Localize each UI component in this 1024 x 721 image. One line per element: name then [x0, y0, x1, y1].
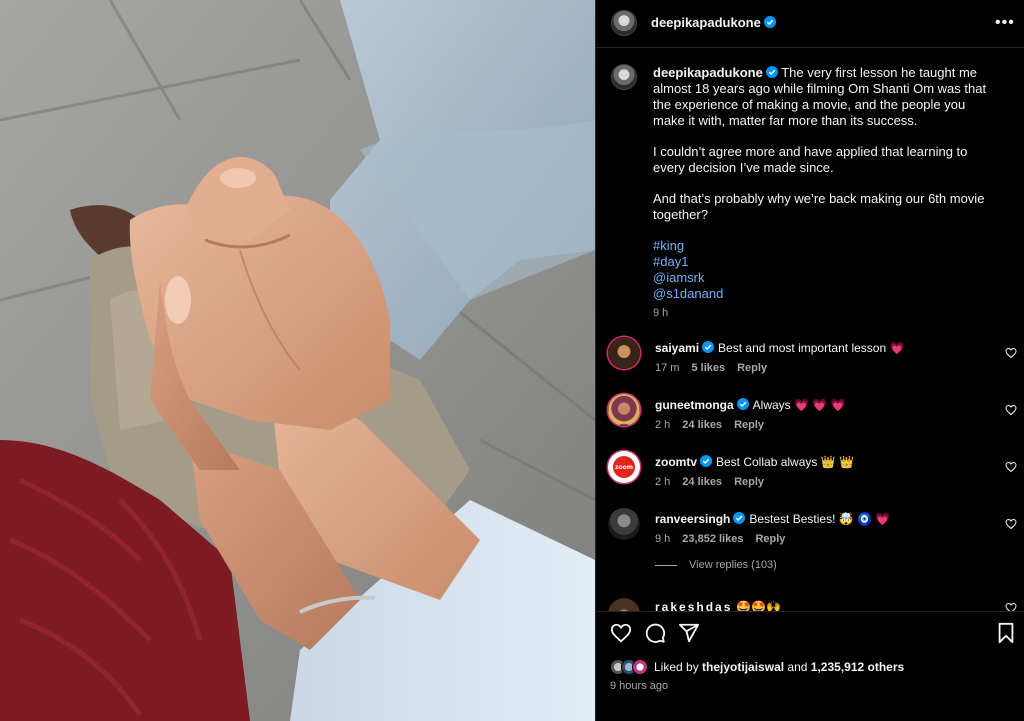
verified-badge-icon — [700, 455, 712, 467]
comment-meta: 2 h 24 likes Reply — [655, 419, 776, 431]
reply-button[interactable]: Reply — [755, 533, 785, 545]
reply-button[interactable]: Reply — [734, 476, 764, 488]
like-comment-heart-icon[interactable] — [1005, 461, 1017, 473]
comment-text: Best Collab always 👑 👑 — [716, 455, 854, 469]
caption-timestamp[interactable]: 9 h — [653, 307, 668, 319]
hashtag-link[interactable]: #day1 — [653, 254, 998, 270]
like-comment-heart-icon[interactable] — [1005, 518, 1017, 530]
more-options-icon[interactable]: ••• — [995, 14, 1014, 32]
comment-time[interactable]: 9 h — [655, 533, 670, 545]
share-send-icon[interactable] — [678, 622, 700, 644]
likes-text: Liked by thejyotijaiswal and 1,235,912 o… — [654, 660, 904, 674]
commenter-username[interactable]: zoomtv — [655, 455, 697, 469]
caption-author-avatar[interactable] — [611, 64, 637, 90]
view-replies-label: View replies (103) — [689, 559, 777, 571]
comment-item: saiyami Best and most important lesson 💗 … — [596, 335, 1024, 387]
comment-meta: 9 h 23,852 likes Reply — [655, 533, 797, 545]
post-header: deepikapadukone ••• — [596, 0, 1024, 48]
liker-username[interactable]: thejyotijaiswal — [702, 660, 784, 674]
likes-prefix: Liked by — [654, 660, 699, 674]
liker-avatars[interactable] — [610, 659, 650, 675]
comment-line: zoomtv Best Collab always 👑 👑 — [655, 455, 854, 469]
comment-item: zoom zoomtv Best Collab always 👑 👑 2 h 24 … — [596, 449, 1024, 501]
commenter-avatar[interactable] — [608, 337, 640, 369]
mention-link[interactable]: @iamsrk — [653, 270, 998, 286]
caption-author-username[interactable]: deepikapadukone — [653, 65, 763, 80]
verified-badge-icon — [702, 341, 715, 353]
comment-meta: 17 m 5 likes Reply — [655, 362, 779, 374]
comment-text: Always 💗 💗 💗 — [752, 398, 846, 412]
caption-paragraph-3: And that’s probably why we’re back makin… — [653, 191, 985, 222]
comment-item: ranveersingh Bestest Besties! 🤯 🧿 💗 9 h 23… — [596, 506, 1024, 558]
commenter-avatar[interactable] — [608, 508, 640, 540]
commenter-avatar[interactable]: zoom — [608, 451, 640, 483]
reply-button[interactable]: Reply — [734, 419, 764, 431]
post-actions: Liked by thejyotijaiswal and 1,235,912 o… — [596, 611, 1024, 721]
like-comment-heart-icon[interactable] — [1005, 404, 1017, 416]
comment-time[interactable]: 2 h — [655, 476, 670, 488]
save-bookmark-icon[interactable] — [995, 622, 1017, 644]
commenter-username[interactable]: saiyami — [655, 341, 699, 355]
comment-text: 🤩🤩🙌 — [736, 600, 782, 611]
likes-and: and — [787, 660, 808, 674]
commenter-username[interactable]: ranveersingh — [655, 512, 730, 526]
replies-divider — [655, 564, 677, 566]
comment-item-partial: rakeshdas 🤩🤩🙌 — [596, 596, 1024, 611]
author-username-text[interactable]: deepikapadukone — [651, 15, 761, 30]
commenter-avatar[interactable] — [608, 598, 640, 611]
verified-badge-icon — [736, 398, 749, 410]
caption-paragraph-2: I couldn’t agree more and have applied t… — [653, 144, 968, 175]
commenter-username[interactable]: guneetmonga — [655, 398, 734, 412]
comment-bubble-icon[interactable] — [644, 622, 666, 644]
post-side-panel: deepikapadukone ••• deepikapadukone The … — [595, 0, 1024, 721]
comment-likes[interactable]: 23,852 likes — [682, 533, 743, 545]
caption-text: deepikapadukone The very first lesson he… — [653, 65, 998, 302]
photo-illustration — [0, 0, 595, 721]
hashtag-link[interactable]: #king — [653, 238, 998, 254]
post-modal: deepikapadukone ••• deepikapadukone The … — [0, 0, 1024, 721]
liker-avatar — [632, 659, 648, 675]
commenter-avatar[interactable] — [608, 394, 640, 426]
like-comment-heart-icon[interactable] — [1005, 347, 1017, 359]
post-photo[interactable] — [0, 0, 595, 721]
comment-likes[interactable]: 24 likes — [682, 476, 722, 488]
comment-text: Best and most important lesson 💗 — [718, 341, 905, 355]
comment-line: ranveersingh Bestest Besties! 🤯 🧿 💗 — [655, 512, 890, 526]
comment-likes[interactable]: 24 likes — [682, 419, 722, 431]
verified-badge-icon — [765, 66, 778, 78]
view-replies-button[interactable]: View replies (103) — [655, 559, 777, 571]
post-timestamp[interactable]: 9 hours ago — [610, 680, 668, 692]
author-avatar[interactable] — [611, 10, 637, 36]
comment-time[interactable]: 2 h — [655, 419, 670, 431]
comment-text: Bestest Besties! 🤯 🧿 💗 — [749, 512, 891, 526]
comment-meta: 2 h 24 likes Reply — [655, 476, 776, 488]
like-heart-icon[interactable] — [610, 622, 632, 644]
likes-count[interactable]: 1,235,912 others — [811, 660, 904, 674]
author-username-header[interactable]: deepikapadukone — [651, 15, 776, 30]
comment-likes[interactable]: 5 likes — [691, 362, 725, 374]
like-comment-heart-icon[interactable] — [1005, 602, 1017, 611]
comments-scroll-area[interactable]: deepikapadukone The very first lesson he… — [596, 49, 1024, 611]
comment-time[interactable]: 17 m — [655, 362, 679, 374]
comment-line: saiyami Best and most important lesson 💗 — [655, 341, 904, 355]
reply-button[interactable]: Reply — [737, 362, 767, 374]
verified-badge-icon — [733, 512, 746, 524]
commenter-username[interactable]: rakeshdas — [655, 600, 732, 611]
comment-line: rakeshdas 🤩🤩🙌 — [655, 600, 781, 611]
zoom-logo: zoom — [613, 456, 635, 478]
likes-summary: Liked by thejyotijaiswal and 1,235,912 o… — [610, 659, 904, 675]
verified-badge-icon — [763, 16, 776, 28]
caption-tags: #king #day1 @iamsrk @s1danand — [653, 238, 998, 302]
comment-line: guneetmonga Always 💗 💗 💗 — [655, 398, 846, 412]
comment-item: guneetmonga Always 💗 💗 💗 2 h 24 likes Reply — [596, 392, 1024, 444]
mention-link[interactable]: @s1danand — [653, 286, 998, 302]
